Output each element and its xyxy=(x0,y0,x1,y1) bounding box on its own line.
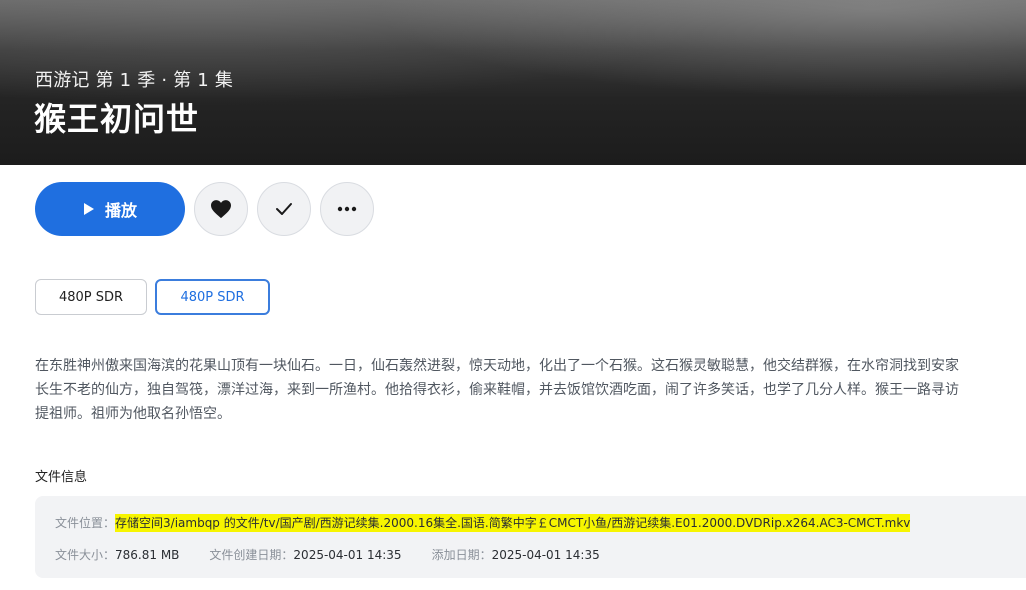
play-icon xyxy=(83,203,94,215)
favorite-button[interactable] xyxy=(194,182,248,236)
hero-banner: 西游记 第 1 季 · 第 1 集 猴王初问世 xyxy=(0,0,1026,165)
file-location-value: 存储空间3/iambqp 的文件/tv/国产剧/西游记续集.2000.16集全.… xyxy=(115,514,911,532)
play-button-label: 播放 xyxy=(104,201,137,220)
episode-subtitle: 西游记 第 1 季 · 第 1 集 xyxy=(35,70,234,91)
file-size-value: 786.81 MB xyxy=(115,548,180,562)
file-meta-row: 文件大小：786.81 MB 文件创建日期：2025-04-01 14:35 添加日… xyxy=(55,546,600,563)
mark-watched-button[interactable] xyxy=(257,182,311,236)
check-icon xyxy=(276,203,292,215)
quality-selector: 480P SDR 480P SDR xyxy=(35,279,278,315)
file-created-label: 文件创建日期： xyxy=(209,548,294,562)
quality-option-selected[interactable]: 480P SDR xyxy=(155,279,270,315)
file-location-row: 文件位置：存储空间3/iambqp 的文件/tv/国产剧/西游记续集.2000.… xyxy=(55,514,911,532)
heart-icon xyxy=(211,200,231,219)
action-bar: 播放 xyxy=(35,182,374,236)
file-info-panel: 文件位置：存储空间3/iambqp 的文件/tv/国产剧/西游记续集.2000.… xyxy=(35,496,1026,578)
episode-description: 在东胜神州傲来国海滨的花果山顶有一块仙石。一日，仙石轰然进裂，惊天动地，化出了一… xyxy=(35,358,959,422)
file-location-label: 文件位置： xyxy=(55,516,116,530)
quality-option[interactable]: 480P SDR xyxy=(35,279,147,315)
play-button[interactable]: 播放 xyxy=(35,182,185,236)
file-added-label: 添加日期： xyxy=(431,548,492,562)
file-info-heading: 文件信息 xyxy=(35,470,88,485)
more-options-button[interactable] xyxy=(320,182,374,236)
episode-title: 猴王初问世 xyxy=(34,100,200,138)
file-added-value: 2025-04-01 14:35 xyxy=(491,548,600,562)
more-icon xyxy=(337,206,357,212)
file-size-label: 文件大小： xyxy=(55,548,116,562)
file-created-value: 2025-04-01 14:35 xyxy=(293,548,402,562)
